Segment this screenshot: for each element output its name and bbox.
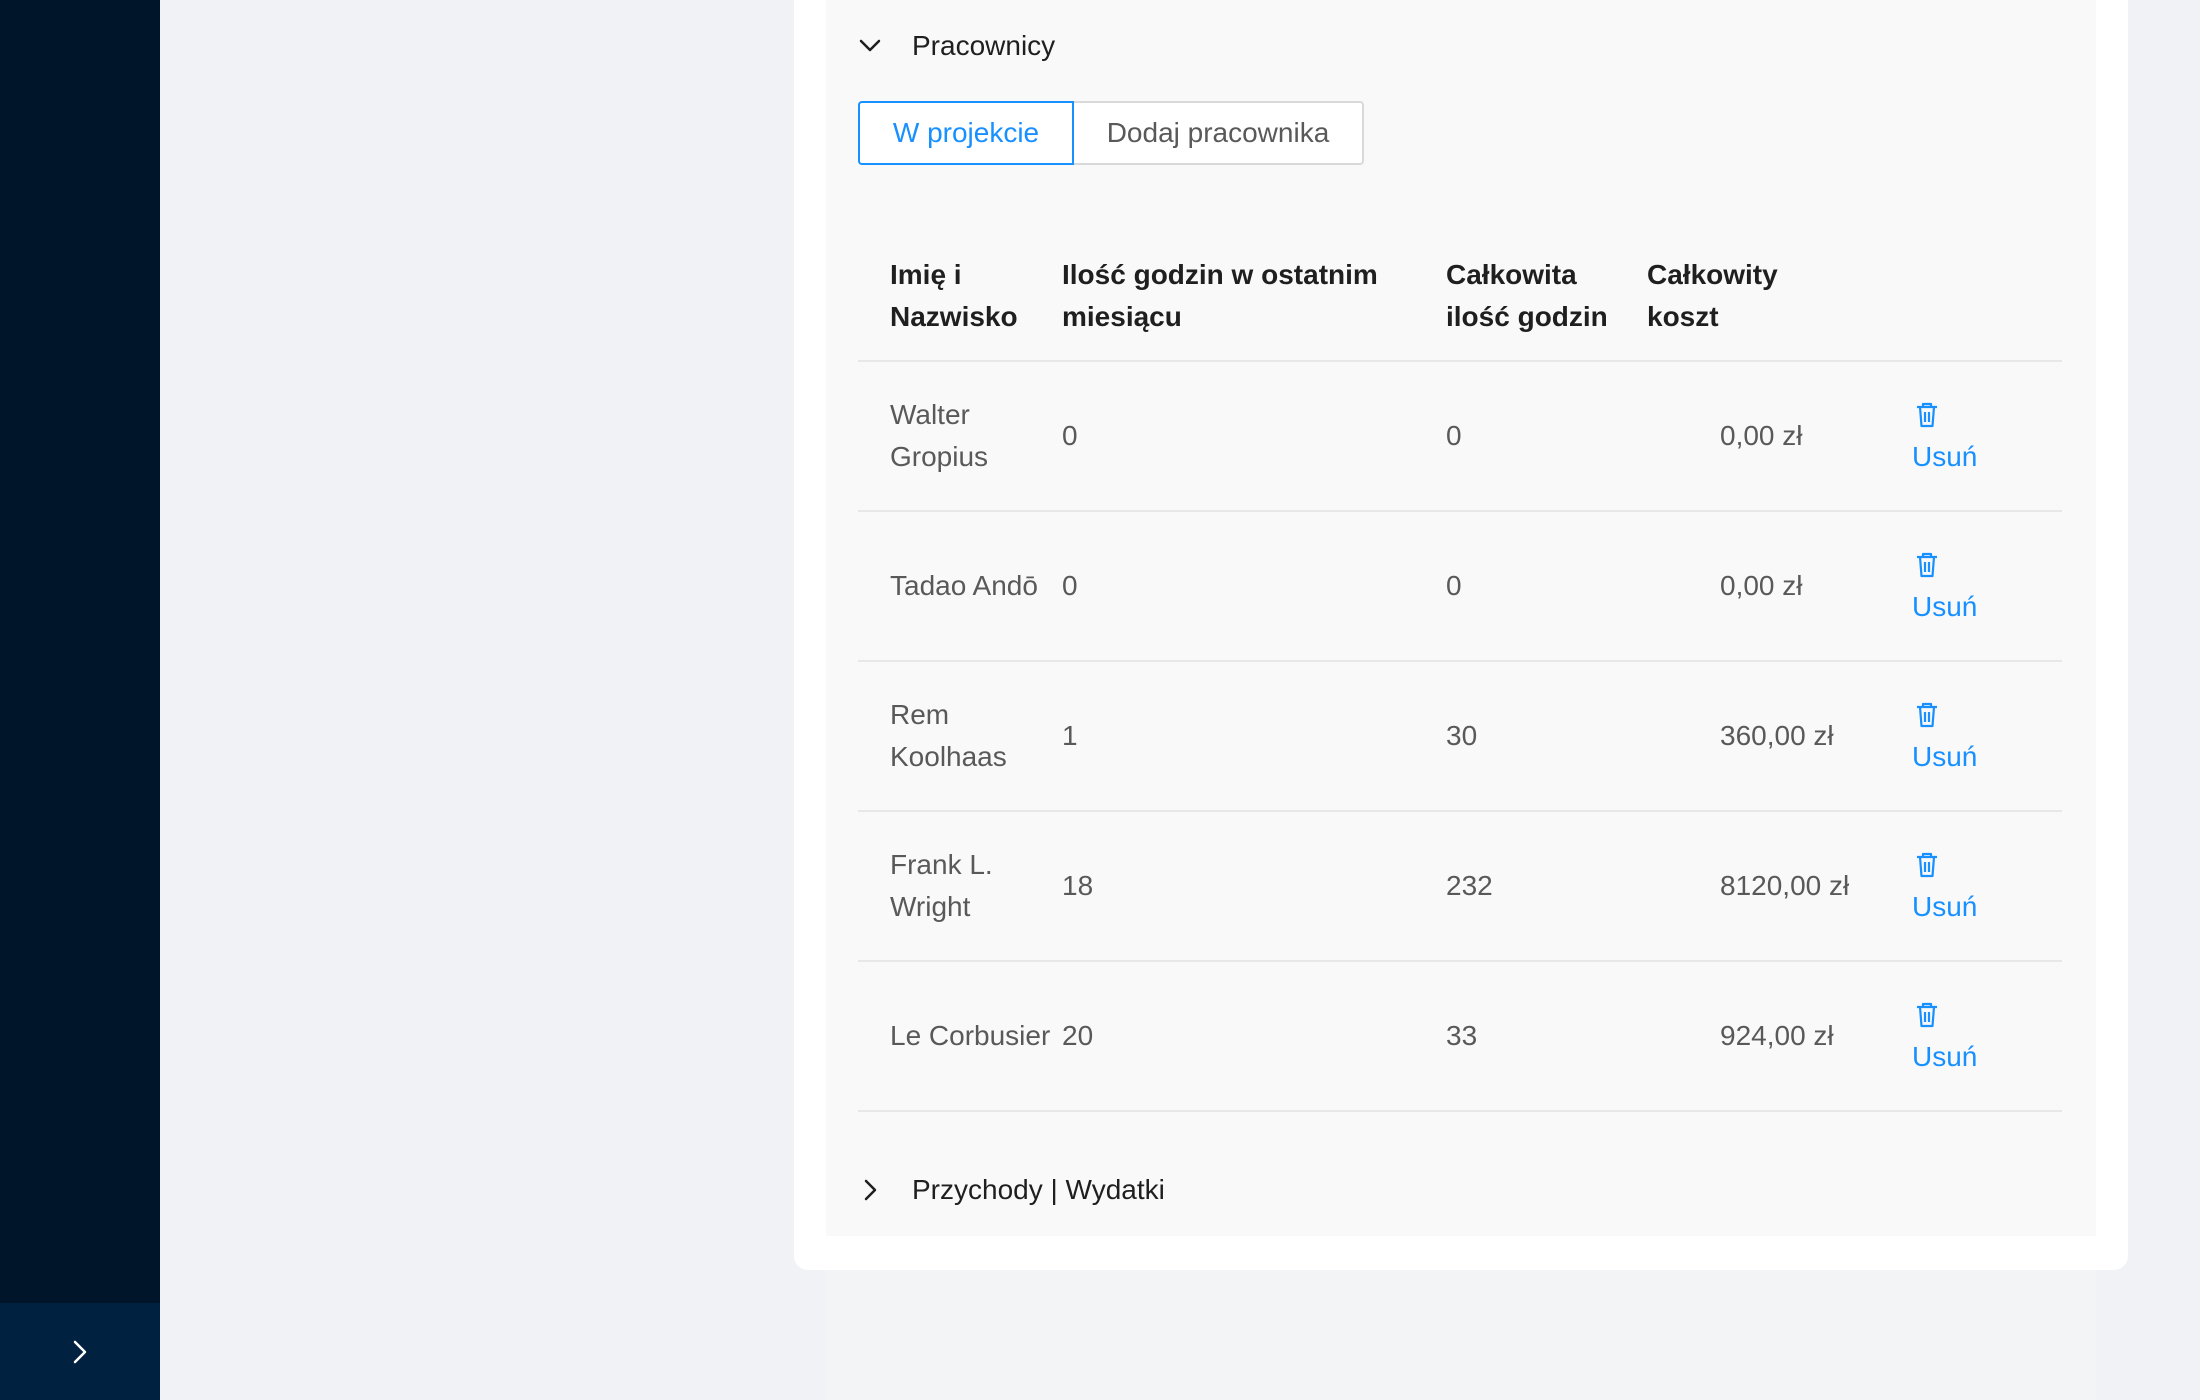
employee-tabs: W projekcie Dodaj pracownika: [858, 101, 1364, 165]
employees-section-title: Pracownicy: [912, 30, 1056, 61]
cell-total-cost: 0,00 zł: [1720, 420, 1803, 451]
header-hours-last-month: Ilość godzin w ostatnim miesiącu: [1062, 259, 1378, 332]
cell-total-cost: 8120,00 zł: [1720, 870, 1850, 901]
cell-total-cost: 924,00 zł: [1720, 1020, 1834, 1051]
trash-icon: [1912, 994, 1940, 1036]
tab-add-employee[interactable]: Dodaj pracownika: [1072, 101, 1364, 165]
table-row: Le Corbusier 20 33 924,00 zł Usuń: [858, 962, 2062, 1112]
chevron-down-icon: [858, 34, 882, 58]
cell-total-hours: 232: [1446, 870, 1493, 901]
header-total-hours: Całkowita ilość godzin: [1446, 259, 1608, 332]
cell-name: Walter Gropius: [890, 399, 989, 472]
cell-name: Rem Koolhaas: [890, 699, 1007, 772]
delete-label: Usuń: [1912, 891, 1978, 922]
cell-name: Tadao Andō: [890, 570, 1038, 601]
delete-button[interactable]: Usuń: [1912, 394, 2028, 478]
cell-total-cost: 360,00 zł: [1720, 720, 1834, 751]
chevron-right-icon: [858, 1178, 882, 1202]
cell-total-cost: 0,00 zł: [1720, 570, 1803, 601]
delete-cell: Usuń: [1912, 694, 2030, 778]
cell-total-hours: 0: [1446, 420, 1462, 451]
table-row: Walter Gropius 0 0 0,00 zł Usuń: [858, 362, 2062, 512]
trash-icon: [1912, 394, 1940, 436]
table-header: Imię i Nazwisko Ilość godzin w ostatnim …: [858, 232, 2062, 362]
finance-section-header[interactable]: Przychody | Wydatki: [858, 1174, 1165, 1206]
trash-icon: [1912, 844, 1940, 886]
cell-hours-last-month: 20: [1062, 1020, 1094, 1051]
cell-hours-last-month: 0: [1062, 570, 1078, 601]
delete-button[interactable]: Usuń: [1912, 994, 2028, 1078]
delete-button[interactable]: Usuń: [1912, 844, 2028, 928]
header-name: Imię i Nazwisko: [890, 259, 1018, 332]
trash-icon: [1912, 694, 1940, 736]
header-total-cost: Całkowity koszt: [1647, 259, 1778, 332]
finance-section-title: Przychody | Wydatki: [912, 1174, 1165, 1205]
delete-cell: Usuń: [1912, 994, 2030, 1078]
table-row: Frank L. Wright 18 232 8120,00 zł Usuń: [858, 812, 2062, 962]
cell-total-hours: 30: [1446, 720, 1478, 751]
cell-total-hours: 33: [1446, 1020, 1478, 1051]
delete-cell: Usuń: [1912, 844, 2030, 928]
chevron-right-icon: [73, 1340, 87, 1363]
delete-cell: Usuń: [1912, 394, 2030, 478]
employees-section-header[interactable]: Pracownicy: [858, 30, 1055, 62]
employees-table: Imię i Nazwisko Ilość godzin w ostatnim …: [858, 232, 2062, 1112]
delete-label: Usuń: [1912, 1041, 1978, 1072]
sidebar-collapse-trigger[interactable]: [0, 1303, 160, 1400]
cell-name: Frank L. Wright: [890, 849, 993, 922]
tab-in-project[interactable]: W projekcie: [858, 101, 1074, 165]
table-row: Tadao Andō 0 0 0,00 zł Usuń: [858, 512, 2062, 662]
cell-hours-last-month: 1: [1062, 720, 1078, 751]
sidebar: [0, 0, 160, 1400]
table-row: Rem Koolhaas 1 30 360,00 zł Usuń: [858, 662, 2062, 812]
delete-button[interactable]: Usuń: [1912, 544, 2028, 628]
cell-total-hours: 0: [1446, 570, 1462, 601]
delete-button[interactable]: Usuń: [1912, 694, 2028, 778]
delete-cell: Usuń: [1912, 544, 2030, 628]
trash-icon: [1912, 544, 1940, 586]
delete-label: Usuń: [1912, 591, 1978, 622]
cell-name: Le Corbusier: [890, 1020, 1051, 1051]
cell-hours-last-month: 18: [1062, 870, 1094, 901]
delete-label: Usuń: [1912, 741, 1978, 772]
cell-hours-last-month: 0: [1062, 420, 1078, 451]
delete-label: Usuń: [1912, 441, 1978, 472]
